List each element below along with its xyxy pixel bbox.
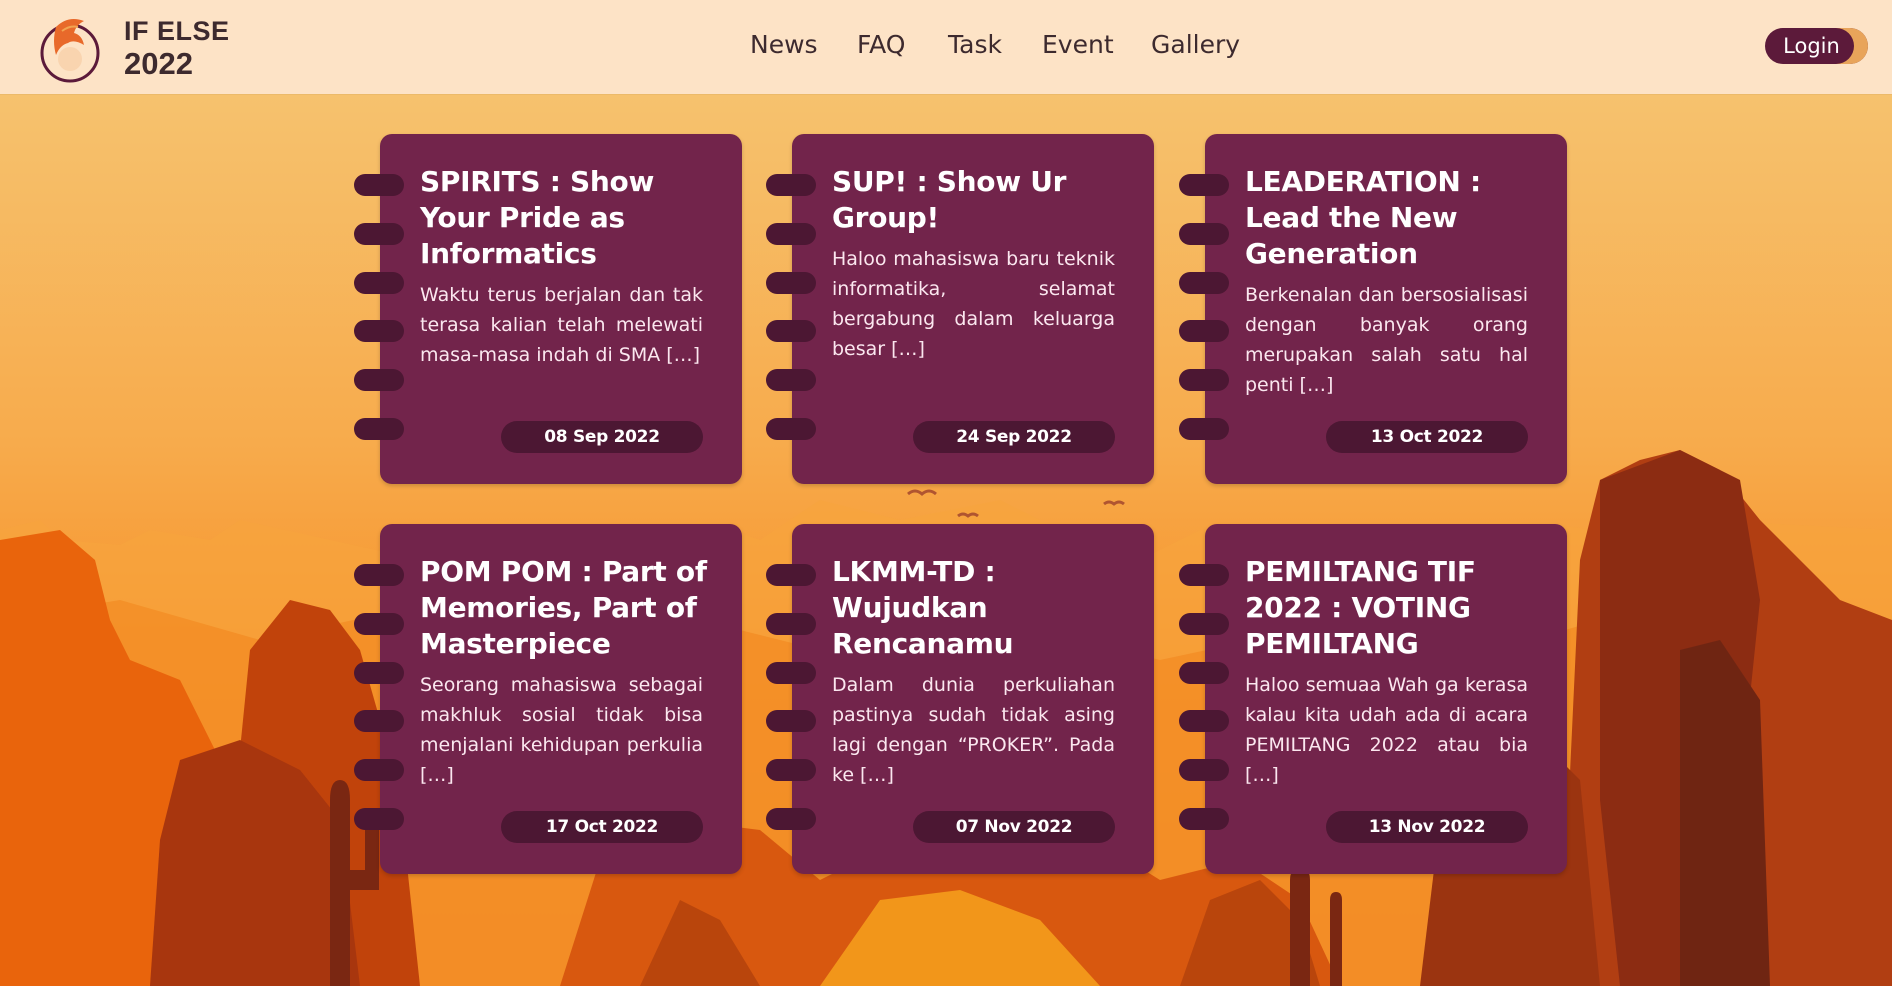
binder-ring	[354, 369, 404, 391]
binder-ring	[354, 320, 404, 342]
binder-ring	[766, 564, 816, 586]
binder-ring	[766, 759, 816, 781]
binder-ring	[1179, 174, 1229, 196]
binder-ring	[1179, 564, 1229, 586]
binder-ring	[1179, 320, 1229, 342]
binder-ring	[766, 369, 816, 391]
binder-ring	[1179, 808, 1229, 830]
main-nav: News FAQ Task Event Gallery	[0, 30, 1892, 64]
card-excerpt: Haloo semuaa Wah ga kerasa kalau kita ud…	[1245, 674, 1528, 786]
binder-ring	[766, 272, 816, 294]
card-excerpt: Haloo mahasiswa baru teknik informatika,…	[832, 248, 1115, 360]
binder-ring	[1179, 710, 1229, 732]
nav-item-task[interactable]: Task	[948, 30, 1002, 59]
binder-ring	[766, 174, 816, 196]
binder-ring	[354, 662, 404, 684]
binder-ring	[354, 223, 404, 245]
card-date-badge: 13 Oct 2022	[1326, 421, 1528, 453]
binder-ring	[354, 759, 404, 781]
binder-ring	[354, 808, 404, 830]
binder-ring	[1179, 369, 1229, 391]
news-card[interactable]: POM POM : Part of Memories, Part of Mast…	[354, 524, 742, 874]
news-card[interactable]: LKMM-TD : Wujudkan Rencanamu Dalam dunia…	[766, 524, 1154, 874]
binder-ring	[1179, 759, 1229, 781]
card-date-badge: 07 Nov 2022	[913, 811, 1115, 843]
binder-ring	[766, 418, 816, 440]
nav-item-news[interactable]: News	[750, 30, 818, 59]
news-card[interactable]: PEMILTANG TIF 2022 : VOTING PEMILTANG Ha…	[1179, 524, 1567, 874]
card-title[interactable]: POM POM : Part of Memories, Part of Mast…	[420, 554, 720, 662]
card-excerpt: Berkenalan dan bersosialisasi dengan ban…	[1245, 284, 1528, 396]
binder-ring	[1179, 272, 1229, 294]
card-date-badge: 24 Sep 2022	[913, 421, 1115, 453]
binder-ring	[766, 320, 816, 342]
news-card[interactable]: LEADERATION : Lead the New Generation Be…	[1179, 134, 1567, 484]
card-date-badge: 13 Nov 2022	[1326, 811, 1528, 843]
login-button[interactable]: Login	[1765, 28, 1868, 64]
binder-ring	[354, 564, 404, 586]
binder-ring	[1179, 662, 1229, 684]
card-excerpt: Seorang mahasiswa sebagai makhluk sosial…	[420, 674, 703, 786]
binder-ring	[354, 418, 404, 440]
news-grid: SPIRITS : Show Your Pride as Informatics…	[0, 0, 1892, 986]
binder-ring	[766, 662, 816, 684]
binder-ring	[354, 272, 404, 294]
binder-ring	[766, 613, 816, 635]
card-title[interactable]: SUP! : Show Ur Group!	[832, 164, 1132, 236]
binder-ring	[354, 710, 404, 732]
binder-ring	[354, 613, 404, 635]
nav-item-gallery[interactable]: Gallery	[1151, 30, 1240, 59]
card-title[interactable]: LKMM-TD : Wujudkan Rencanamu	[832, 554, 1132, 662]
binder-ring	[766, 808, 816, 830]
card-title[interactable]: LEADERATION : Lead the New Generation	[1245, 164, 1545, 272]
binder-ring	[1179, 418, 1229, 440]
binder-ring	[1179, 613, 1229, 635]
news-card[interactable]: SPIRITS : Show Your Pride as Informatics…	[354, 134, 742, 484]
top-header: IF ELSE 2022 News FAQ Task Event Gallery…	[0, 0, 1892, 94]
card-excerpt: Dalam dunia perkuliahan pastinya sudah t…	[832, 674, 1115, 786]
nav-item-faq[interactable]: FAQ	[857, 30, 905, 59]
card-date-badge: 17 Oct 2022	[501, 811, 703, 843]
card-date-badge: 08 Sep 2022	[501, 421, 703, 453]
card-title[interactable]: PEMILTANG TIF 2022 : VOTING PEMILTANG	[1245, 554, 1545, 662]
nav-item-event[interactable]: Event	[1042, 30, 1114, 59]
card-title[interactable]: SPIRITS : Show Your Pride as Informatics	[420, 164, 720, 272]
binder-ring	[766, 710, 816, 732]
binder-ring	[1179, 223, 1229, 245]
news-card[interactable]: SUP! : Show Ur Group! Haloo mahasiswa ba…	[766, 134, 1154, 484]
card-excerpt: Waktu terus berjalan dan tak terasa kali…	[420, 284, 703, 366]
binder-ring	[354, 174, 404, 196]
binder-ring	[766, 223, 816, 245]
